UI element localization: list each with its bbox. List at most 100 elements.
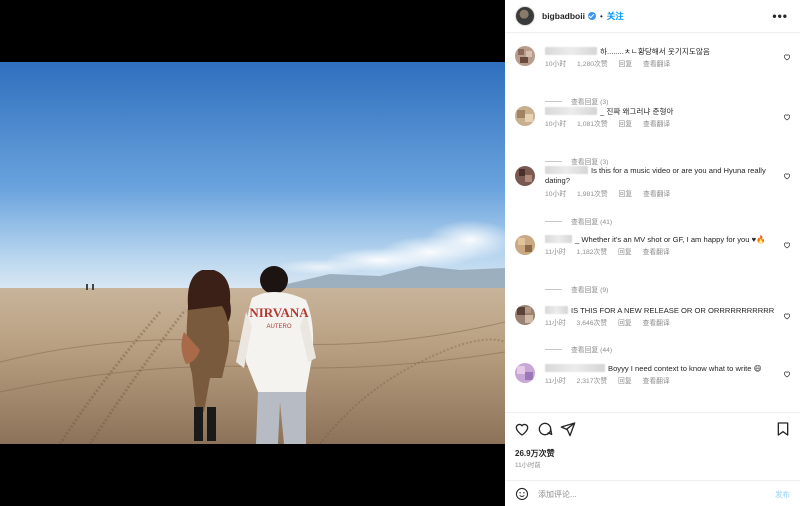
comment-meta: 10小时 1,280次赞 回复 查看翻译 (545, 60, 776, 70)
commenter-avatar[interactable] (515, 235, 535, 255)
replies-divider (545, 160, 562, 162)
likes-count[interactable]: 26.9万次赞 (515, 448, 555, 459)
comment-meta: 11小时 3,646次赞 回复 查看翻译 (545, 319, 776, 329)
commenter-avatar[interactable] (515, 305, 535, 325)
see-translation-button[interactable]: 查看翻译 (643, 61, 670, 68)
see-translation-button[interactable]: 查看翻译 (643, 320, 670, 327)
reply-button[interactable]: 回复 (618, 378, 632, 385)
view-replies-button[interactable]: 查看回复 (3) (545, 156, 608, 166)
comments-list[interactable]: 하........ㅊㄴ황당해서 웃기지도않음 10小时 1,280次赞 回复 查… (505, 34, 800, 412)
comment-body: Boyyy I need context to know what to wri… (545, 364, 776, 388)
view-replies-label: 查看回复 (3) (571, 99, 609, 106)
commenter-username[interactable] (545, 47, 597, 55)
heart-icon[interactable] (514, 421, 530, 437)
commenter-avatar[interactable] (515, 106, 535, 126)
comment-text: IS THIS FOR A NEW RELEASE OR OR ORRRRRRR… (571, 306, 775, 315)
view-replies-label: 查看回复 (3) (571, 159, 609, 166)
replies-divider (545, 220, 562, 222)
comment-time: 10小时 (545, 61, 567, 69)
replies-divider (545, 100, 562, 102)
comment-meta: 10小时 1,981次赞 回复 查看翻译 (545, 190, 776, 200)
bookmark-icon[interactable] (775, 421, 791, 437)
comment-likes[interactable]: 1,981次赞 (577, 191, 608, 198)
post-media: NIRVANA AUTERO (0, 0, 505, 506)
comment-likes[interactable]: 3,646次赞 (577, 320, 608, 327)
comment-text: Boyyy I need context to know what to wri… (608, 364, 762, 373)
svg-text:AUTERO: AUTERO (266, 324, 291, 330)
comment-time: 11小时 (545, 249, 566, 257)
comment-meta: 11小时 2,317次赞 回复 查看翻译 (545, 377, 776, 387)
commenter-username[interactable] (545, 235, 572, 243)
reply-button[interactable]: 回复 (619, 61, 633, 68)
svg-text:NIRVANA: NIRVANA (249, 305, 309, 320)
comment-body: IS THIS FOR A NEW RELEASE OR OR ORRRRRRR… (545, 306, 776, 330)
replies-divider (545, 288, 562, 290)
view-replies-button[interactable]: 查看回复 (3) (545, 96, 608, 106)
reply-button[interactable]: 回复 (618, 320, 632, 327)
comment-like-heart-icon[interactable] (783, 113, 791, 121)
add-comment-bar: 添加评论... 发布 (505, 480, 800, 506)
reply-button[interactable]: 回复 (619, 121, 633, 128)
comment-like-heart-icon[interactable] (783, 53, 791, 61)
comment-body: _ Whether it's an MV shot or GF, I am ha… (545, 235, 776, 259)
commenter-username[interactable] (545, 364, 605, 372)
beach-photo-image: NIRVANA AUTERO (0, 62, 505, 444)
comment-like-heart-icon[interactable] (783, 172, 791, 180)
commenter-username[interactable] (545, 166, 588, 174)
comment-icon[interactable] (537, 421, 553, 437)
reply-button[interactable]: 回复 (618, 249, 632, 256)
commenter-avatar[interactable] (515, 166, 535, 186)
more-options-icon[interactable]: ••• (772, 10, 788, 22)
comment-likes[interactable]: 1,280次赞 (577, 61, 608, 68)
comment-like-heart-icon[interactable] (783, 370, 791, 378)
view-replies-label: 查看回复 (41) (571, 219, 613, 226)
comment-text: 하........ㅊㄴ황당해서 웃기지도않음 (600, 47, 710, 56)
comment-likes[interactable]: 1,081次赞 (577, 121, 608, 128)
post-comment-button[interactable]: 发布 (775, 489, 790, 500)
comment-like-heart-icon[interactable] (783, 312, 791, 320)
view-replies-label: 查看回复 (9) (571, 287, 609, 294)
comment-time: 10小时 (545, 121, 567, 129)
commenter-avatar[interactable] (515, 46, 535, 66)
see-translation-button[interactable]: 查看翻译 (643, 378, 670, 385)
reply-button[interactable]: 回复 (619, 191, 633, 198)
emoji-icon[interactable] (515, 487, 529, 501)
comment-text: _ Whether it's an MV shot or GF, I am ha… (575, 235, 766, 244)
commenter-username[interactable] (545, 306, 568, 314)
see-translation-button[interactable]: 查看翻译 (643, 121, 670, 128)
post-header: bigbadboii • 关注 ••• (505, 0, 800, 33)
view-replies-button[interactable]: 查看回复 (41) (545, 216, 612, 226)
replies-divider (545, 348, 562, 350)
comment-time: 10小时 (545, 190, 567, 198)
comment-time: 11小时 (545, 378, 566, 386)
post-actions: 26.9万次赞 11小时前 添加评论... 发布 (505, 412, 800, 506)
comment-like-heart-icon[interactable] (783, 241, 791, 249)
view-replies-button[interactable]: 查看回复 (9) (545, 284, 608, 294)
post-photo[interactable]: NIRVANA AUTERO (0, 62, 505, 444)
see-translation-button[interactable]: 查看翻译 (643, 249, 670, 256)
comment-text: _ 진짜 왜그러냐 준형아 (600, 107, 674, 116)
comment-meta: 10小时 1,081次赞 回复 查看翻译 (545, 120, 776, 130)
comment-likes[interactable]: 2,317次赞 (577, 378, 608, 385)
author-avatar[interactable] (515, 6, 535, 26)
view-replies-label: 查看回复 (44) (571, 347, 613, 354)
separator-dot: • (599, 11, 603, 21)
share-icon[interactable] (560, 421, 576, 437)
verified-badge-icon (587, 12, 596, 20)
view-replies-button[interactable]: 查看回复 (44) (545, 344, 612, 354)
comment-time: 11小时 (545, 320, 566, 328)
commenter-username[interactable] (545, 107, 597, 115)
comment-meta: 11小时 1,182次赞 回复 查看翻译 (545, 248, 776, 258)
see-translation-button[interactable]: 查看翻译 (643, 191, 670, 198)
commenter-avatar[interactable] (515, 363, 535, 383)
action-icons-row (514, 421, 791, 439)
follow-button[interactable]: 关注 (607, 10, 624, 22)
comment-input[interactable]: 添加评论... (538, 489, 577, 500)
comment-likes[interactable]: 1,182次赞 (577, 249, 608, 256)
post-side-panel: bigbadboii • 关注 ••• 하........ㅊㄴ황당해서 웃기지도… (505, 0, 800, 506)
comment-body: 하........ㅊㄴ황당해서 웃기지도않음 10小时 1,280次赞 回复 查… (545, 47, 776, 71)
author-username[interactable]: bigbadboii (542, 11, 585, 21)
post-time: 11小时前 (515, 462, 541, 469)
comment-body: _ 진짜 왜그러냐 준형아 10小时 1,081次赞 回复 查看翻译 (545, 107, 776, 131)
comment-body: Is this for a music video or are you and… (545, 166, 776, 200)
